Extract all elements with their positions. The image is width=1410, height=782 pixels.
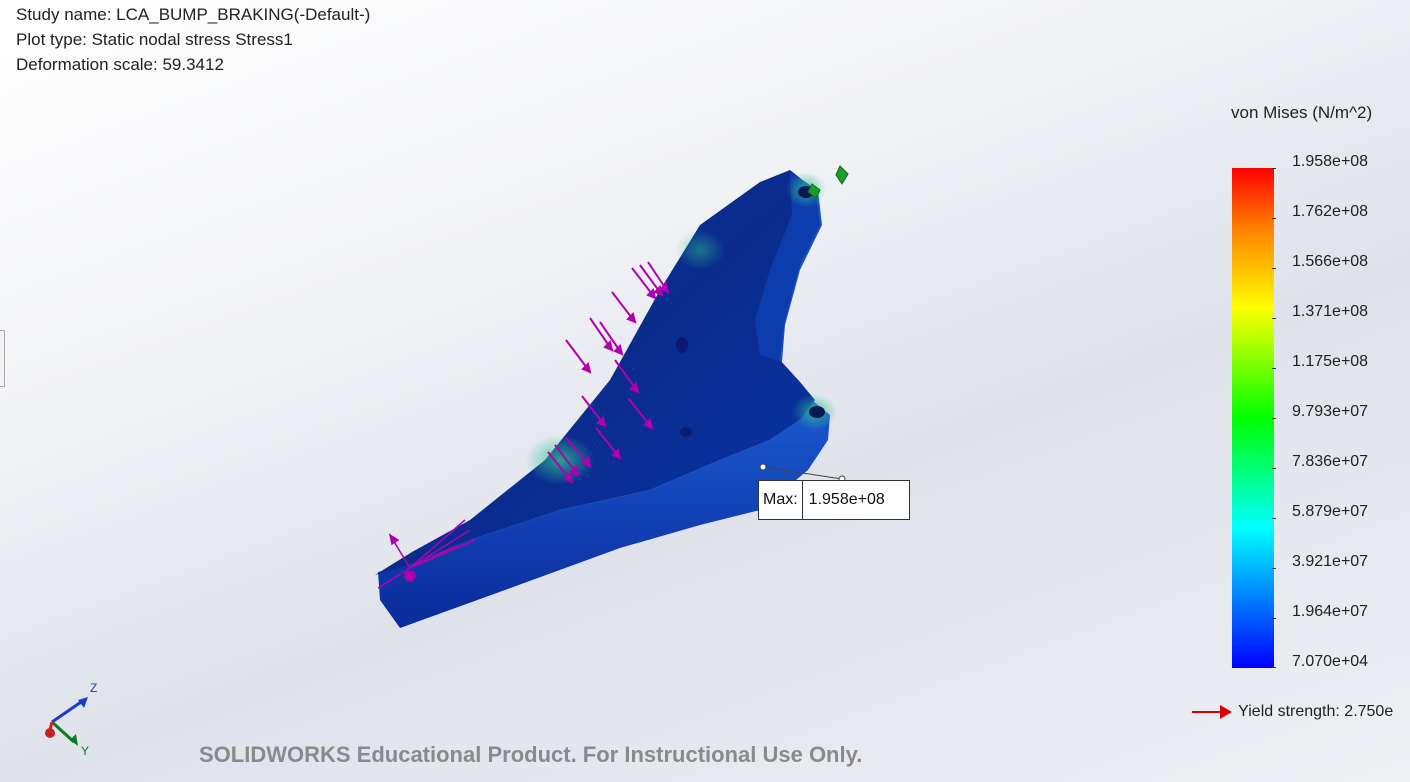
graphics-viewport[interactable]: Study name: LCA_BUMP_BRAKING(-Default-) …	[0, 0, 1410, 782]
legend-tick	[1272, 418, 1276, 419]
triad-y-label: Y	[81, 744, 90, 758]
legend-tick-label: 1.566e+08	[1292, 253, 1369, 270]
max-probe-value: 1.958e+08	[808, 491, 885, 508]
stress-model[interactable]	[0, 0, 1410, 782]
legend-tick	[1272, 218, 1276, 219]
bolt-hole	[680, 427, 692, 437]
legend-tick-label: 1.958e+08	[1292, 153, 1369, 170]
legend-tick	[1272, 618, 1276, 619]
educational-watermark: SOLIDWORKS Educational Product. For Inst…	[199, 742, 863, 767]
legend-tick-label: 5.879e+07	[1292, 503, 1369, 520]
legend-tick-label: 1.175e+08	[1292, 353, 1369, 370]
legend-tick	[1272, 168, 1276, 169]
legend-tick-label: 7.070e+04	[1292, 653, 1369, 670]
legend-tick-label: 1.964e+07	[1292, 603, 1369, 620]
bolt-hole	[809, 406, 825, 418]
legend-tick	[1272, 368, 1276, 369]
legend-tick	[1272, 268, 1276, 269]
max-probe-callout[interactable]: Max: 1.958e+08	[758, 480, 910, 520]
legend-tick-label: 7.836e+07	[1292, 453, 1369, 470]
legend-tick	[1272, 667, 1276, 668]
legend-tick	[1272, 568, 1276, 569]
yield-arrow-icon	[1192, 705, 1232, 719]
stress-colorbar[interactable]	[1232, 168, 1274, 668]
legend-tick-label: 1.371e+08	[1292, 303, 1369, 320]
legend-tick-label: 9.793e+07	[1292, 403, 1369, 420]
yield-strength-indicator[interactable]: Yield strength: 2.750e	[1190, 702, 1393, 722]
probe-point	[759, 463, 767, 471]
triad-z-label: Z	[90, 681, 98, 695]
stress-hotspot	[675, 230, 725, 270]
yield-strength-label: Yield strength: 2.750e	[1238, 703, 1394, 721]
legend-title: von Mises (N/m^2)	[1231, 103, 1373, 122]
legend-tick-label: 1.762e+08	[1292, 203, 1369, 220]
legend-tick-label: 3.921e+07	[1292, 553, 1369, 570]
max-probe-label: Max:	[759, 481, 803, 519]
bolt-hole	[676, 337, 688, 353]
legend-tick	[1272, 468, 1276, 469]
legend-tick	[1272, 518, 1276, 519]
reference-triad[interactable]	[45, 697, 88, 746]
legend-tick	[1272, 318, 1276, 319]
